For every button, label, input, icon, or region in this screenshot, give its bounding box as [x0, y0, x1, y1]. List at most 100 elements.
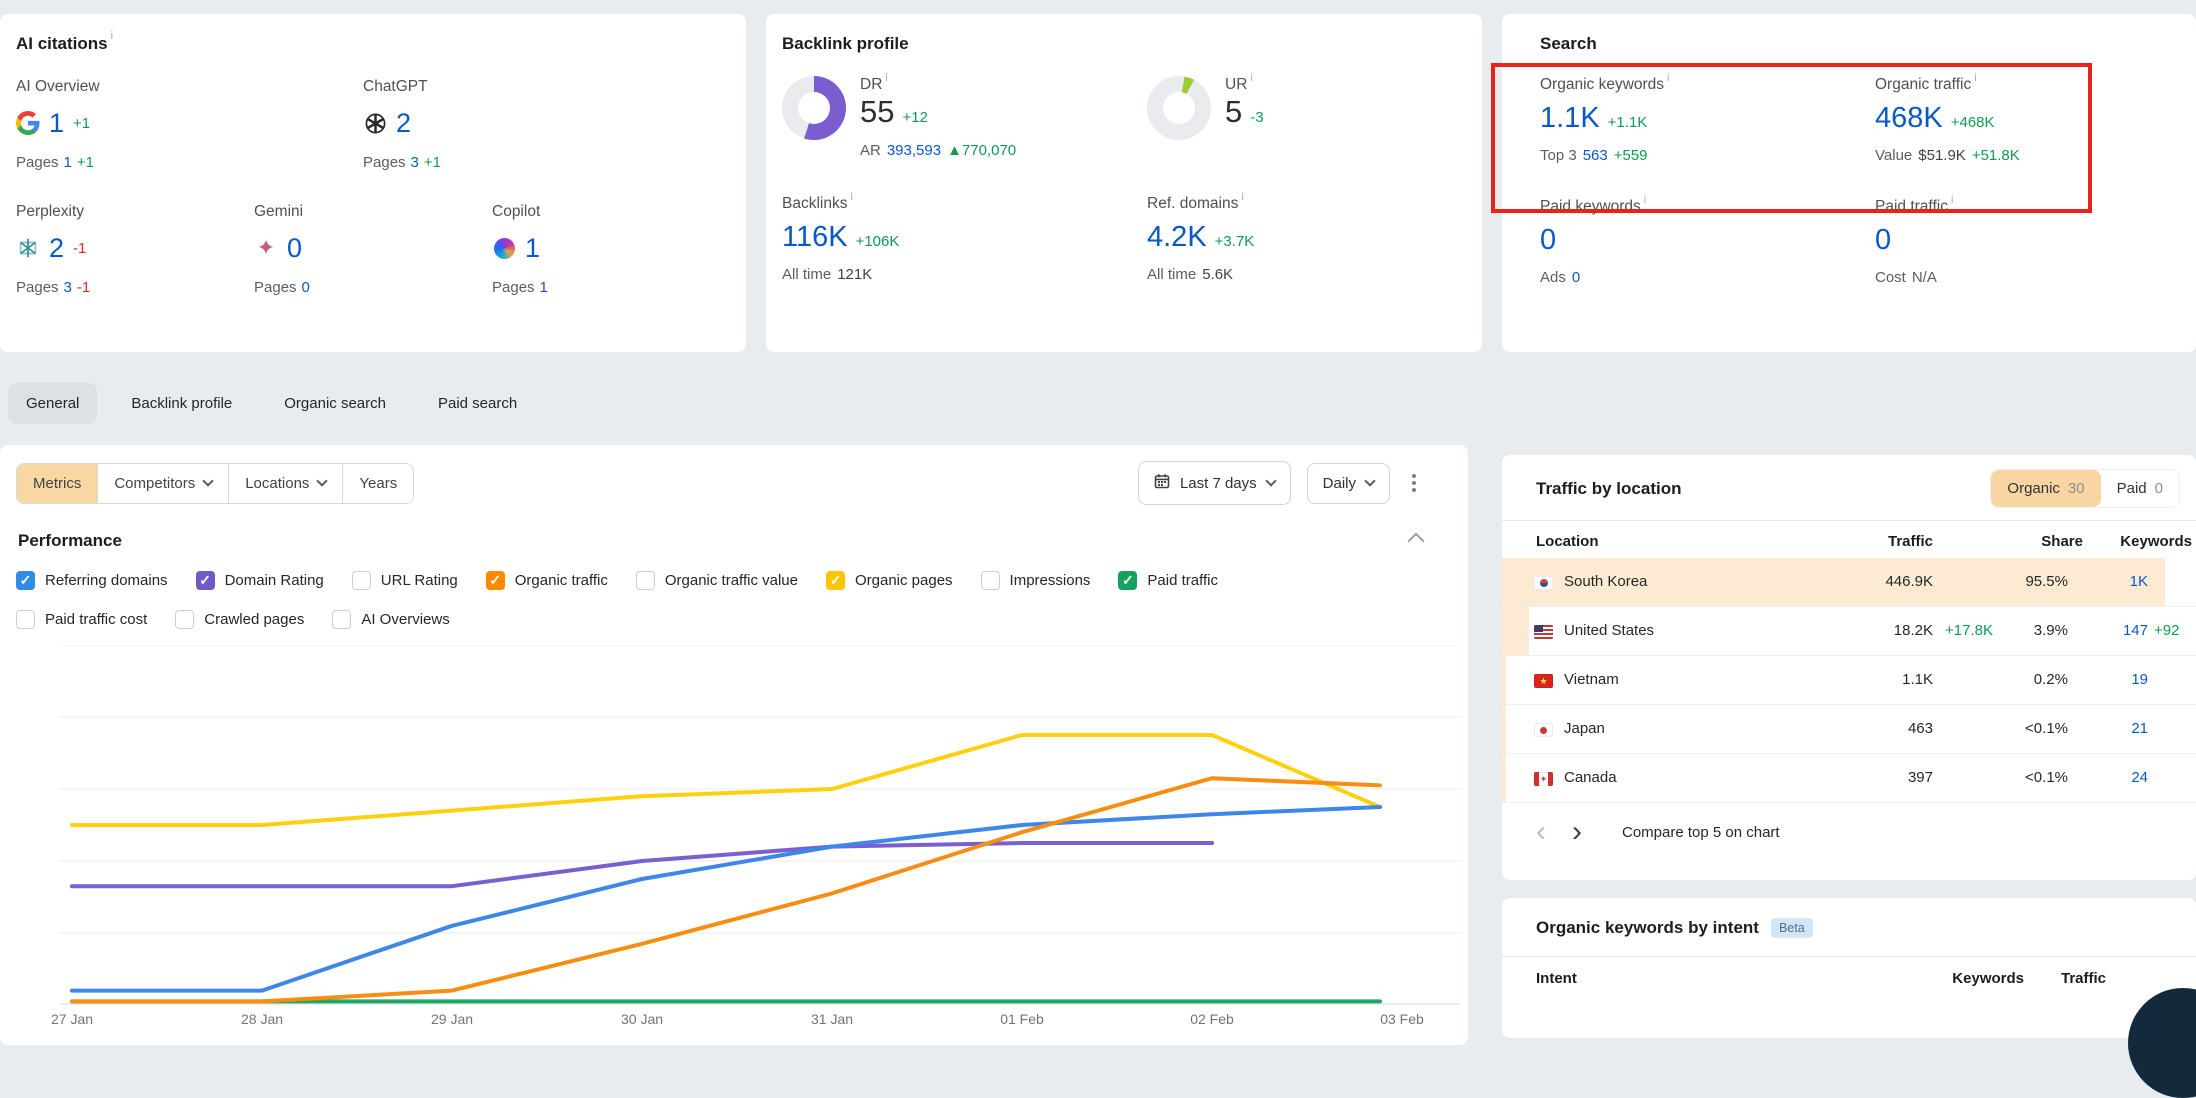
share-bar [1502, 754, 1506, 802]
flag-japan-icon [1534, 723, 1553, 737]
tab-organic-search[interactable]: Organic search [266, 383, 404, 424]
table-row-japan[interactable]: Japan 463 <0.1% 21 [1502, 705, 2196, 754]
organic-traffic-value[interactable]: 468K [1875, 102, 1943, 135]
search-card: Search Organic keywordsi 1.1K+1.1K Top 3… [1502, 14, 2196, 352]
tab-paid-search[interactable]: Paid search [420, 383, 535, 424]
info-icon[interactable]: i [1974, 72, 1976, 84]
table-row-united-states[interactable]: United States 18.2K +17.8K 3.9% 147 +92 [1502, 607, 2196, 656]
paid-keywords-value[interactable]: 0 [1540, 224, 1556, 257]
compare-top5-link[interactable]: Compare top 5 on chart [1622, 824, 1780, 841]
ref-domains-block: Ref. domainsi 4.2K+3.7K All time5.6K [1147, 195, 1466, 283]
performance-line-chart[interactable] [60, 645, 1460, 1005]
pager-prev-icon[interactable]: ‹ [1536, 819, 1546, 845]
info-icon[interactable]: i [1241, 191, 1243, 203]
checkbox-icon [352, 571, 371, 590]
keywords-by-intent-title: Organic keywords by intent [1536, 918, 1759, 938]
metric-checkbox-url-rating[interactable]: URL Rating [352, 571, 458, 590]
keywords-link[interactable]: 1K [2130, 573, 2148, 590]
column-share: Share [2041, 533, 2083, 550]
backlinks-value[interactable]: 116K [782, 221, 848, 254]
flag-vietnam-icon: ★ [1534, 674, 1553, 688]
checkbox-icon [981, 571, 1000, 590]
table-row-canada[interactable]: ✶ Canada 397 <0.1% 24 [1502, 754, 2196, 803]
chevron-down-icon [203, 475, 214, 486]
backlinks-block: Backlinksi 116K+106K All time121K [782, 195, 1147, 283]
info-icon[interactable]: i [885, 72, 887, 84]
checkbox-icon [196, 571, 215, 590]
info-icon[interactable]: i [1951, 194, 1953, 206]
checkbox-icon [332, 610, 351, 629]
metric-checkbox-referring-domains[interactable]: Referring domains [16, 571, 168, 590]
info-icon[interactable]: i [1667, 72, 1669, 84]
ai-overview-value[interactable]: 1 [49, 108, 64, 139]
keywords-link[interactable]: 19 [2131, 671, 2148, 688]
copilot-value[interactable]: 1 [525, 233, 540, 264]
metric-checkbox-organic-pages[interactable]: Organic pages [826, 571, 953, 590]
pages-count[interactable]: 3 [411, 154, 419, 171]
info-icon[interactable]: i [1644, 194, 1646, 206]
google-g-icon [16, 111, 40, 135]
column-intent: Intent [1536, 970, 1577, 987]
paid-traffic-value[interactable]: 0 [1875, 224, 1891, 257]
perplexity-icon [16, 236, 40, 260]
metric-checkbox-ai-overviews[interactable]: AI Overviews [332, 610, 449, 629]
table-row-south-korea[interactable]: South Korea 446.9K 95.5% 1K [1502, 558, 2196, 607]
search-title: Search [1540, 34, 2180, 54]
organic-keywords-block: Organic keywordsi 1.1K+1.1K Top 3563+559 [1540, 76, 1875, 164]
pages-count[interactable]: 1 [64, 154, 72, 171]
metric-checkbox-domain-rating[interactable]: Domain Rating [196, 571, 324, 590]
info-icon[interactable]: i [850, 191, 852, 203]
openai-icon [363, 111, 387, 135]
pager-next-icon[interactable]: › [1572, 819, 1582, 845]
table-row-vietnam[interactable]: ★ Vietnam 1.1K 0.2% 19 [1502, 656, 2196, 705]
column-location: Location [1536, 533, 1599, 550]
chatgpt-value[interactable]: 2 [396, 108, 411, 139]
top3-value[interactable]: 563 [1583, 147, 1608, 164]
share-bar [1502, 656, 1506, 704]
tab-general[interactable]: General [8, 383, 97, 424]
metric-checkbox-crawled-pages[interactable]: Crawled pages [175, 610, 304, 629]
backlink-profile-card: Backlink profile DRi 55+12 AR393,593▲770… [766, 14, 1482, 352]
intent-table-header: Intent Keywords Traffic [1502, 956, 2196, 996]
ref-domains-value[interactable]: 4.2K [1147, 221, 1207, 254]
share-bar [1502, 705, 1506, 753]
more-options-menu[interactable] [1406, 468, 1422, 498]
traffic-by-location-title: Traffic by location [1536, 479, 1681, 499]
gemini-stat: Gemini ✦ 0 Pages0 [254, 203, 492, 296]
copilot-stat: Copilot 1 Pages1 [492, 203, 730, 296]
collapse-chevron-icon[interactable] [1408, 533, 1425, 550]
competitors-filter-button[interactable]: Competitors [97, 464, 228, 503]
granularity-button[interactable]: Daily [1307, 463, 1390, 504]
pages-count[interactable]: 3 [64, 279, 72, 296]
pages-count[interactable]: 0 [302, 279, 310, 296]
metric-checkbox-organic-traffic-value[interactable]: Organic traffic value [636, 571, 798, 590]
info-icon[interactable]: i [111, 30, 113, 42]
metric-checkbox-paid-traffic-cost[interactable]: Paid traffic cost [16, 610, 147, 629]
chevron-down-icon [1364, 475, 1375, 486]
metric-toggles-row2: Paid traffic cost Crawled pages AI Overv… [16, 610, 1452, 629]
paid-toggle-button[interactable]: Paid0 [2101, 470, 2179, 507]
years-filter-button[interactable]: Years [342, 464, 413, 503]
ur-donut-chart [1147, 76, 1211, 140]
tab-backlink-profile[interactable]: Backlink profile [113, 383, 250, 424]
info-icon[interactable]: i [1250, 72, 1252, 84]
keywords-link[interactable]: 24 [2131, 769, 2148, 786]
date-range-button[interactable]: Last 7 days [1138, 461, 1291, 505]
perplexity-value[interactable]: 2 [49, 233, 64, 264]
locations-filter-button[interactable]: Locations [228, 464, 342, 503]
ahrefs-rank-value[interactable]: 393,593 [887, 142, 941, 159]
gemini-value[interactable]: 0 [287, 233, 302, 264]
filter-button-group: Metrics Competitors Locations Years [16, 463, 414, 504]
checkbox-icon [826, 571, 845, 590]
metrics-filter-button[interactable]: Metrics [17, 464, 97, 503]
copilot-icon [492, 236, 516, 260]
ads-count[interactable]: 0 [1572, 269, 1580, 286]
pages-count[interactable]: 1 [540, 279, 548, 296]
metric-checkbox-organic-traffic[interactable]: Organic traffic [486, 571, 608, 590]
organic-toggle-button[interactable]: Organic30 [1991, 470, 2100, 507]
organic-keywords-value[interactable]: 1.1K [1540, 102, 1600, 135]
metric-checkbox-impressions[interactable]: Impressions [981, 571, 1091, 590]
keywords-link[interactable]: 21 [2131, 720, 2148, 737]
keywords-link[interactable]: 147 [2123, 622, 2148, 639]
metric-checkbox-paid-traffic[interactable]: Paid traffic [1118, 571, 1218, 590]
